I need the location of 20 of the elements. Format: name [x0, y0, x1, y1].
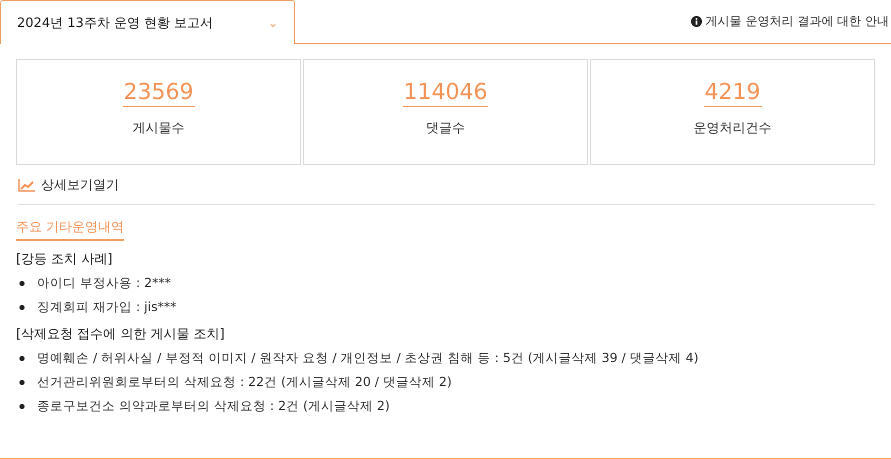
bulleted-item: 선거관리위원회로부터의 삭제요청 : 22건 (게시글삭제 20 / 댓글삭제 2) — [16, 374, 452, 391]
report-dropdown[interactable]: 2024년 13주차 운영 현황 보고서 ⌄ — [0, 0, 295, 44]
stat-value: 114046 — [402, 80, 488, 107]
caret-icon: ⌄ — [268, 16, 278, 28]
stat-label: 운영처리건수 — [694, 120, 772, 137]
bulleted-item: 아이디 부정사용 : 2*** — [16, 275, 171, 292]
bulleted-item: 명예훼손 / 허위사실 / 부정적 이미지 / 원작자 요청 / 개인정보 / 초상권 침해 등 : 5건 (게시글삭제 39 / 댓글삭제 4) — [16, 350, 698, 367]
stat-label: 게시물수 — [132, 120, 184, 137]
bulleted-item: 징계회피 재가입 : jis*** — [16, 299, 176, 316]
group-heading: [강등 조치 사례] — [16, 251, 114, 268]
section-title: 주요 기타운영내역 — [16, 218, 124, 241]
stat-value: 23569 — [122, 80, 194, 107]
detail-toggle-link[interactable]: 상세보기열기 — [18, 176, 119, 194]
bulleted-item: 종로구보건소 의약과로부터의 삭제요청 : 2건 (게시글삭제 2) — [16, 398, 390, 415]
trend-chart-icon — [18, 178, 35, 192]
stat-label: 댓글수 — [426, 120, 465, 137]
notice-link[interactable]: 게시물 운영처리 결과에 대한 안내 — [690, 13, 889, 30]
stat-value: 4219 — [704, 80, 762, 107]
group-heading: [삭제요청 접수에 의한 게시물 조치] — [16, 326, 226, 343]
info-icon — [690, 16, 702, 27]
